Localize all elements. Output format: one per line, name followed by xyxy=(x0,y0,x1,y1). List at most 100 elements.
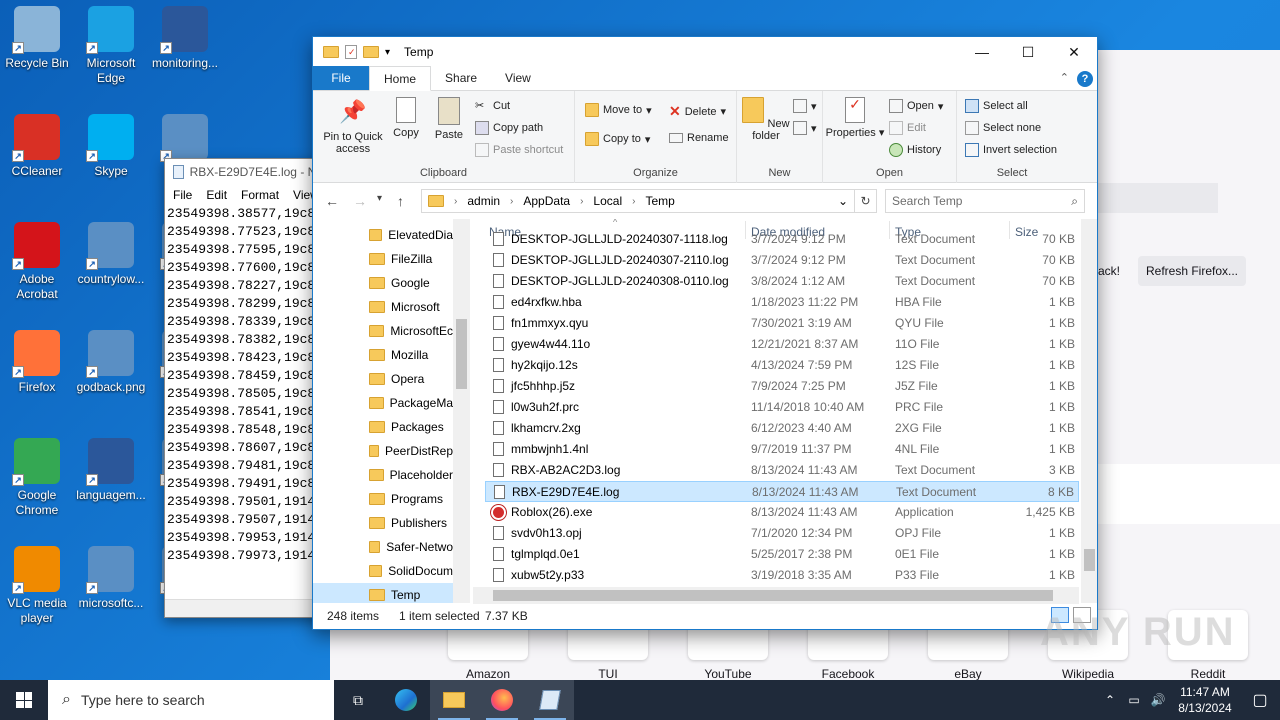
tab-home[interactable]: Home xyxy=(369,66,432,91)
table-row[interactable]: gyew4w44.11o 12/21/2021 8:37 AM 11O File 1 … xyxy=(485,334,1079,355)
cut-button[interactable]: ✂ Cut xyxy=(475,99,510,113)
breadcrumb-item[interactable]: admin xyxy=(467,194,500,208)
table-row[interactable]: svdv0h13.opj 7/1/2020 12:34 PM OPJ File 1 K… xyxy=(485,523,1079,544)
taskbar-search[interactable]: ⌕ Type here to search xyxy=(48,680,334,720)
nav-item[interactable]: FileZilla xyxy=(369,247,453,271)
nav-item[interactable]: Safer-Netwo xyxy=(369,535,453,559)
address-bar[interactable]: › admin › AppData › Local › Temp ⌄ xyxy=(421,189,855,213)
desktop-icon[interactable]: ↗ godback.png xyxy=(74,330,148,395)
desktop-icon[interactable]: ↗ microsoftc... xyxy=(74,546,148,611)
edit-button[interactable]: Edit xyxy=(889,121,926,135)
file-list-scrollbar[interactable] xyxy=(1081,219,1097,603)
firefox-taskbar-icon[interactable] xyxy=(478,680,526,720)
pin-quick-access-button[interactable]: 📌 Pin to Quick access xyxy=(317,97,389,156)
nav-item[interactable]: ElevatedDia xyxy=(369,223,453,247)
firefox-address-bar[interactable] xyxy=(1098,183,1218,213)
refresh-icon[interactable]: ↻ xyxy=(855,189,877,213)
nav-scrollbar[interactable] xyxy=(453,219,470,603)
copy-path-button[interactable]: Copy path xyxy=(475,121,543,135)
delete-button[interactable]: ✕ Delete ▾ xyxy=(669,103,726,120)
table-row[interactable]: mmbwjnh1.4nl 9/7/2019 11:37 PM 4NL File 1 K… xyxy=(485,439,1079,460)
desktop-icon[interactable]: ↗ VLC media player xyxy=(0,546,74,626)
nav-item[interactable]: Packages xyxy=(369,415,453,439)
rename-button[interactable]: Rename xyxy=(669,132,729,144)
close-button[interactable]: ✕ xyxy=(1051,37,1097,67)
table-row[interactable]: fn1mmxyx.qyu 7/30/2021 3:19 AM QYU File 1 K… xyxy=(485,313,1079,334)
notepad-taskbar-icon[interactable] xyxy=(526,680,574,720)
breadcrumb-item[interactable]: Temp xyxy=(645,194,674,208)
table-row[interactable]: jfc5hhhp.j5z 7/9/2024 7:25 PM J5Z File 1 KB xyxy=(485,376,1079,397)
horizontal-scroll-thumb[interactable] xyxy=(493,590,1053,601)
desktop-icon[interactable]: ↗ Google Chrome xyxy=(0,438,74,518)
table-row[interactable]: l0w3uh2f.prc 11/14/2018 10:40 AM PRC File 1… xyxy=(485,397,1079,418)
nav-item[interactable]: Opera xyxy=(369,367,453,391)
notification-icon[interactable]: ▢ xyxy=(1240,690,1280,710)
nav-item[interactable]: Placeholder xyxy=(369,463,453,487)
address-dropdown-icon[interactable]: ⌄ xyxy=(838,194,848,208)
nav-item[interactable]: SolidDocum xyxy=(369,559,453,583)
desktop-icon[interactable]: ↗ countrylow... xyxy=(74,222,148,287)
forward-arrow-icon[interactable]: → xyxy=(353,193,367,209)
notepad-horizontal-scrollbar[interactable] xyxy=(165,599,323,617)
clock[interactable]: 11:47 AM 8/13/2024 xyxy=(1170,684,1240,716)
nav-item[interactable]: Temp xyxy=(313,583,453,603)
tab-share[interactable]: Share xyxy=(431,66,491,90)
tab-view[interactable]: View xyxy=(491,66,545,90)
breadcrumb-item[interactable]: Local xyxy=(593,194,622,208)
select-none-button[interactable]: Select none xyxy=(965,121,1041,135)
desktop-icon[interactable]: ↗ monitoring... xyxy=(148,6,222,71)
new-folder-quick-icon[interactable] xyxy=(363,46,379,58)
nav-item[interactable]: Microsoft xyxy=(369,295,453,319)
desktop-icon[interactable]: ↗ Microsoft Edge xyxy=(74,6,148,86)
help-icon[interactable]: ? xyxy=(1077,71,1093,87)
copy-to-button[interactable]: Copy to ▾ xyxy=(585,132,650,146)
desktop-icon[interactable]: ↗ Firefox xyxy=(0,330,74,395)
up-arrow-icon[interactable]: ↑ xyxy=(397,193,404,209)
nav-item[interactable]: Publishers xyxy=(369,511,453,535)
table-row[interactable]: hy2kqijo.12s 4/13/2024 7:59 PM 12S File 1 K… xyxy=(485,355,1079,376)
table-row[interactable]: RBX-E29D7E4E.log 8/13/2024 11:43 AM Text D… xyxy=(485,481,1079,502)
table-row[interactable]: tglmplqd.0e1 5/25/2017 2:38 PM 0E1 File 1 K… xyxy=(485,544,1079,565)
desktop-icon[interactable]: ↗ languagem... xyxy=(74,438,148,503)
desktop-icon[interactable]: ↗ Recycle Bin xyxy=(0,6,74,71)
new-folder-button[interactable]: New folder xyxy=(741,97,791,142)
task-view-icon[interactable]: ⧉ xyxy=(334,680,382,720)
breadcrumb-item[interactable]: AppData xyxy=(523,194,570,208)
nav-item[interactable]: PeerDistRep xyxy=(369,439,453,463)
notepad-text-area[interactable]: 23549398.38577,19c8 23549398.77523,19c8 23… xyxy=(165,205,323,565)
notepad-menu-item[interactable]: Edit xyxy=(206,188,227,202)
table-row[interactable]: ed4rxfkw.hba 1/18/2023 11:22 PM HBA File 1 … xyxy=(485,292,1079,313)
desktop-icon[interactable]: ↗ Adobe Acrobat xyxy=(0,222,74,302)
file-explorer-taskbar-icon[interactable] xyxy=(430,680,478,720)
nav-scroll-thumb[interactable] xyxy=(456,319,467,389)
back-arrow-icon[interactable]: ← xyxy=(325,193,339,209)
nav-item[interactable]: PackageMa xyxy=(369,391,453,415)
easy-access-button[interactable]: ▾ xyxy=(793,121,817,135)
paste-button[interactable]: Paste xyxy=(431,97,467,141)
table-row[interactable]: DESKTOP-JGLLJLD-20240308-0110.log 3/8/202… xyxy=(485,271,1079,292)
search-input[interactable]: Search Temp ⌕ xyxy=(885,189,1085,213)
table-row[interactable]: RBX-AB2AC2D3.log 8/13/2024 11:43 AM Text D… xyxy=(485,460,1079,481)
table-row[interactable]: DESKTOP-JGLLJLD-20240307-2110.log 3/7/202… xyxy=(485,250,1079,271)
start-button[interactable] xyxy=(0,680,48,720)
nav-item[interactable]: MicrosoftEc xyxy=(369,319,453,343)
notepad-menu-item[interactable]: Format xyxy=(241,188,279,202)
desktop-icon[interactable]: ↗ CCleaner xyxy=(0,114,74,179)
invert-selection-button[interactable]: Invert selection xyxy=(965,143,1057,157)
properties-quick-icon[interactable]: ✓ xyxy=(345,45,357,59)
table-row[interactable]: xubw5t2y.p33 3/19/2018 3:35 AM P33 File 1 K… xyxy=(485,565,1079,586)
nav-item[interactable]: Programs xyxy=(369,487,453,511)
notepad-menu-item[interactable]: File xyxy=(173,188,192,202)
file-list-scroll-thumb[interactable] xyxy=(1084,549,1095,571)
new-item-button[interactable]: ▾ xyxy=(793,99,817,113)
recent-locations-icon[interactable]: ▾ xyxy=(377,193,382,204)
collapse-ribbon-icon[interactable]: ⌃ xyxy=(1060,71,1069,84)
open-button[interactable]: Open ▾ xyxy=(889,99,943,113)
edge-taskbar-icon[interactable] xyxy=(382,680,430,720)
move-to-button[interactable]: Move to ▾ xyxy=(585,103,652,117)
desktop-icon[interactable]: ↗ Skype xyxy=(74,114,148,179)
table-row[interactable]: lkhamcrv.2xg 6/12/2023 4:40 AM 2XG File 1 K… xyxy=(485,418,1079,439)
properties-button[interactable]: ✓ Properties ▾ xyxy=(825,97,885,139)
table-row[interactable]: Roblox(26).exe 8/13/2024 11:43 AM Applicat… xyxy=(485,502,1079,523)
refresh-firefox-button[interactable]: Refresh Firefox... xyxy=(1138,256,1246,286)
